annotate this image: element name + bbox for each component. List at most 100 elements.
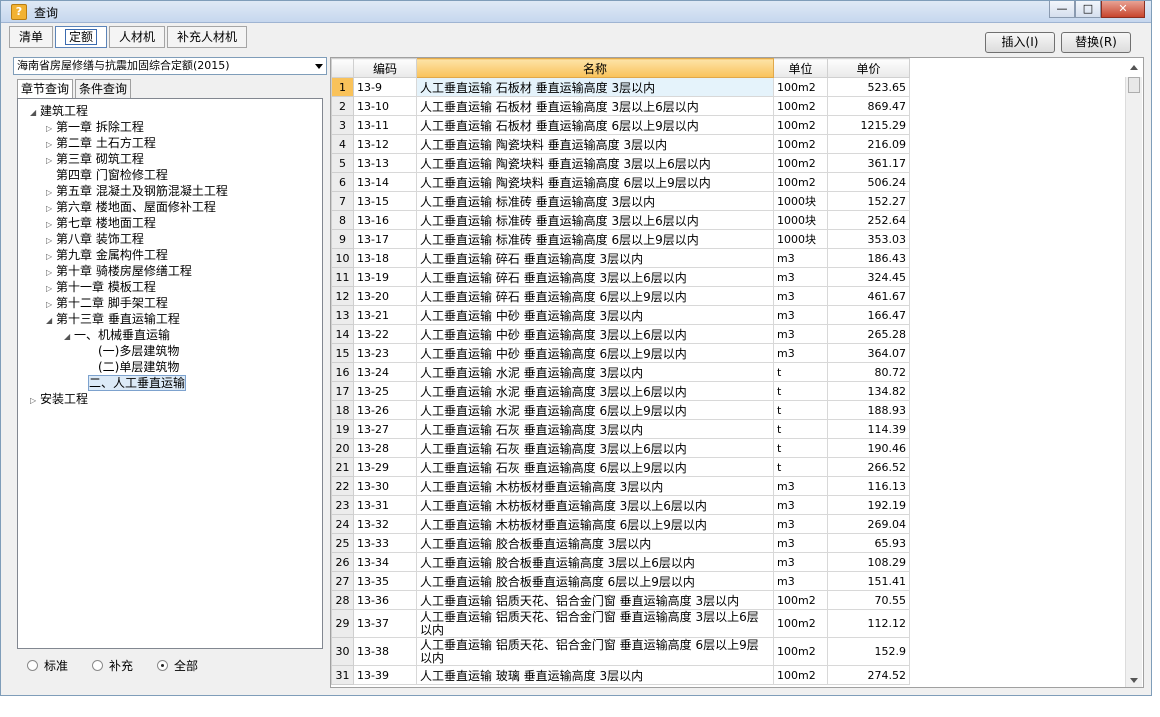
tree-node[interactable]: ▷ 第七章 楼地面工程 [46, 215, 156, 231]
cell-name[interactable]: 人工垂直运输 胶合板垂直运输高度 3层以内 [416, 533, 774, 553]
cell-price[interactable]: 324.45 [827, 267, 910, 287]
radio-standard[interactable]: 标准 [27, 657, 68, 674]
cell-code[interactable]: 13-24 [353, 362, 417, 382]
table-row[interactable]: 7 13-15 人工垂直运输 标准砖 垂直运输高度 3层以内 1000块 152.27 [331, 191, 910, 211]
row-number[interactable]: 9 [331, 229, 354, 249]
cell-price[interactable]: 70.55 [827, 590, 910, 610]
cell-code[interactable]: 13-33 [353, 533, 417, 553]
tree-node[interactable]: ▷ 第五章 混凝土及钢筋混凝土工程 [46, 183, 228, 199]
cell-unit[interactable]: 100m2 [773, 153, 828, 173]
row-number[interactable]: 19 [331, 419, 354, 439]
cell-code[interactable]: 13-16 [353, 210, 417, 230]
cell-price[interactable]: 152.27 [827, 191, 910, 211]
cell-price[interactable]: 274.52 [827, 665, 910, 685]
tab-condition-search[interactable]: 条件查询 [75, 79, 132, 98]
cell-name[interactable]: 人工垂直运输 铝质天花、铝合金门窗 垂直运输高度 3层以上6层以内 [416, 609, 774, 638]
cell-code[interactable]: 13-30 [353, 476, 417, 496]
row-number[interactable]: 11 [331, 267, 354, 287]
table-row[interactable]: 4 13-12 人工垂直运输 陶瓷块料 垂直运输高度 3层以内 100m2 216.09 [331, 134, 910, 154]
table-row[interactable]: 13 13-21 人工垂直运输 中砂 垂直运输高度 3层以内 m3 166.47 [331, 305, 910, 325]
cell-name[interactable]: 人工垂直运输 石灰 垂直运输高度 3层以内 [416, 419, 774, 439]
cell-name[interactable]: 人工垂直运输 陶瓷块料 垂直运输高度 3层以内 [416, 134, 774, 154]
cell-name[interactable]: 人工垂直运输 胶合板垂直运输高度 3层以上6层以内 [416, 552, 774, 572]
cell-unit[interactable]: 100m2 [773, 96, 828, 116]
scroll-up-icon[interactable] [1130, 65, 1138, 70]
cell-name[interactable]: 人工垂直运输 石灰 垂直运输高度 3层以上6层以内 [416, 438, 774, 458]
cell-price[interactable]: 266.52 [827, 457, 910, 477]
table-row[interactable]: 21 13-29 人工垂直运输 石灰 垂直运输高度 6层以上9层以内 t 266.52 [331, 457, 910, 477]
cell-price[interactable]: 151.41 [827, 571, 910, 591]
row-number[interactable]: 29 [331, 609, 354, 638]
tree-node[interactable]: ▷ 安装工程 [30, 391, 88, 407]
close-button[interactable]: ✕ [1101, 1, 1145, 18]
cell-price[interactable]: 116.13 [827, 476, 910, 496]
cell-code[interactable]: 13-9 [353, 77, 417, 97]
table-row[interactable]: 8 13-16 人工垂直运输 标准砖 垂直运输高度 3层以上6层以内 1000块 252… [331, 210, 910, 230]
insert-button[interactable]: 插入(I) [985, 32, 1055, 53]
cell-code[interactable]: 13-11 [353, 115, 417, 135]
tree-node[interactable]: 第四章 门窗检修工程 [46, 167, 168, 183]
cell-code[interactable]: 13-19 [353, 267, 417, 287]
table-row[interactable]: 16 13-24 人工垂直运输 水泥 垂直运输高度 3层以内 t 80.72 [331, 362, 910, 382]
row-number[interactable]: 30 [331, 637, 354, 666]
row-number[interactable]: 16 [331, 362, 354, 382]
cell-name[interactable]: 人工垂直运输 石板材 垂直运输高度 6层以上9层以内 [416, 115, 774, 135]
vertical-scrollbar[interactable] [1125, 65, 1142, 687]
cell-code[interactable]: 13-21 [353, 305, 417, 325]
radio-supplement[interactable]: 补充 [92, 657, 133, 674]
cell-price[interactable]: 186.43 [827, 248, 910, 268]
tree-node[interactable]: ▷ 第十章 骑楼房屋修缮工程 [46, 263, 192, 279]
table-row[interactable]: 6 13-14 人工垂直运输 陶瓷块料 垂直运输高度 6层以上9层以内 100m2 50… [331, 172, 910, 192]
cell-unit[interactable]: m3 [773, 248, 828, 268]
cell-unit[interactable]: t [773, 400, 828, 420]
cell-unit[interactable]: t [773, 362, 828, 382]
table-row[interactable]: 5 13-13 人工垂直运输 陶瓷块料 垂直运输高度 3层以上6层以内 100m2 36… [331, 153, 910, 173]
cell-unit[interactable]: 1000块 [773, 229, 828, 249]
cell-unit[interactable]: 100m2 [773, 665, 828, 685]
tree-node[interactable]: ▷ 第八章 装饰工程 [46, 231, 144, 247]
cell-name[interactable]: 人工垂直运输 铝质天花、铝合金门窗 垂直运输高度 6层以上9层以内 [416, 637, 774, 666]
cell-code[interactable]: 13-20 [353, 286, 417, 306]
expand-toggle-icon[interactable]: ◢ [46, 313, 56, 329]
cell-unit[interactable]: m3 [773, 324, 828, 344]
expand-toggle-icon[interactable]: ◢ [64, 329, 74, 345]
scroll-thumb[interactable] [1128, 77, 1140, 93]
cell-unit[interactable]: t [773, 457, 828, 477]
table-row[interactable]: 28 13-36 人工垂直运输 铝质天花、铝合金门窗 垂直运输高度 3层以内 100m… [331, 590, 910, 610]
cell-code[interactable]: 13-13 [353, 153, 417, 173]
cell-name[interactable]: 人工垂直运输 石灰 垂直运输高度 6层以上9层以内 [416, 457, 774, 477]
cell-price[interactable]: 361.17 [827, 153, 910, 173]
cell-unit[interactable]: 100m2 [773, 609, 828, 638]
cell-price[interactable]: 190.46 [827, 438, 910, 458]
tab-materials[interactable]: 人材机 [109, 26, 166, 48]
radio-all[interactable]: 全部 [157, 657, 198, 674]
cell-price[interactable]: 80.72 [827, 362, 910, 382]
tab-chapter-search[interactable]: 章节查询 [17, 79, 74, 98]
tree-node[interactable]: ◢ 建筑工程 [30, 103, 88, 119]
cell-price[interactable]: 1215.29 [827, 115, 910, 135]
cell-unit[interactable]: m3 [773, 267, 828, 287]
row-number[interactable]: 7 [331, 191, 354, 211]
cell-name[interactable]: 人工垂直运输 石板材 垂直运输高度 3层以内 [416, 77, 774, 97]
cell-code[interactable]: 13-38 [353, 637, 417, 666]
row-number[interactable]: 28 [331, 590, 354, 610]
table-row[interactable]: 31 13-39 人工垂直运输 玻璃 垂直运输高度 3层以内 100m2 274.52 [331, 665, 910, 685]
row-number[interactable]: 17 [331, 381, 354, 401]
row-number[interactable]: 5 [331, 153, 354, 173]
cell-unit[interactable]: m3 [773, 514, 828, 534]
scroll-down-icon[interactable] [1130, 678, 1138, 683]
cell-price[interactable]: 108.29 [827, 552, 910, 572]
cell-unit[interactable]: m3 [773, 343, 828, 363]
row-number[interactable]: 20 [331, 438, 354, 458]
cell-price[interactable]: 252.64 [827, 210, 910, 230]
cell-unit[interactable]: m3 [773, 533, 828, 553]
table-row[interactable]: 12 13-20 人工垂直运输 碎石 垂直运输高度 6层以上9层以内 m3 461.67 [331, 286, 910, 306]
row-number[interactable]: 23 [331, 495, 354, 515]
cell-name[interactable]: 人工垂直运输 木枋板材垂直运输高度 3层以上6层以内 [416, 495, 774, 515]
cell-name[interactable]: 人工垂直运输 铝质天花、铝合金门窗 垂直运输高度 3层以内 [416, 590, 774, 610]
cell-name[interactable]: 人工垂直运输 水泥 垂直运输高度 3层以内 [416, 362, 774, 382]
cell-code[interactable]: 13-28 [353, 438, 417, 458]
table-row[interactable]: 1 13-9 人工垂直运输 石板材 垂直运输高度 3层以内 100m2 523.65 [331, 77, 910, 97]
cell-code[interactable]: 13-34 [353, 552, 417, 572]
row-number[interactable]: 4 [331, 134, 354, 154]
